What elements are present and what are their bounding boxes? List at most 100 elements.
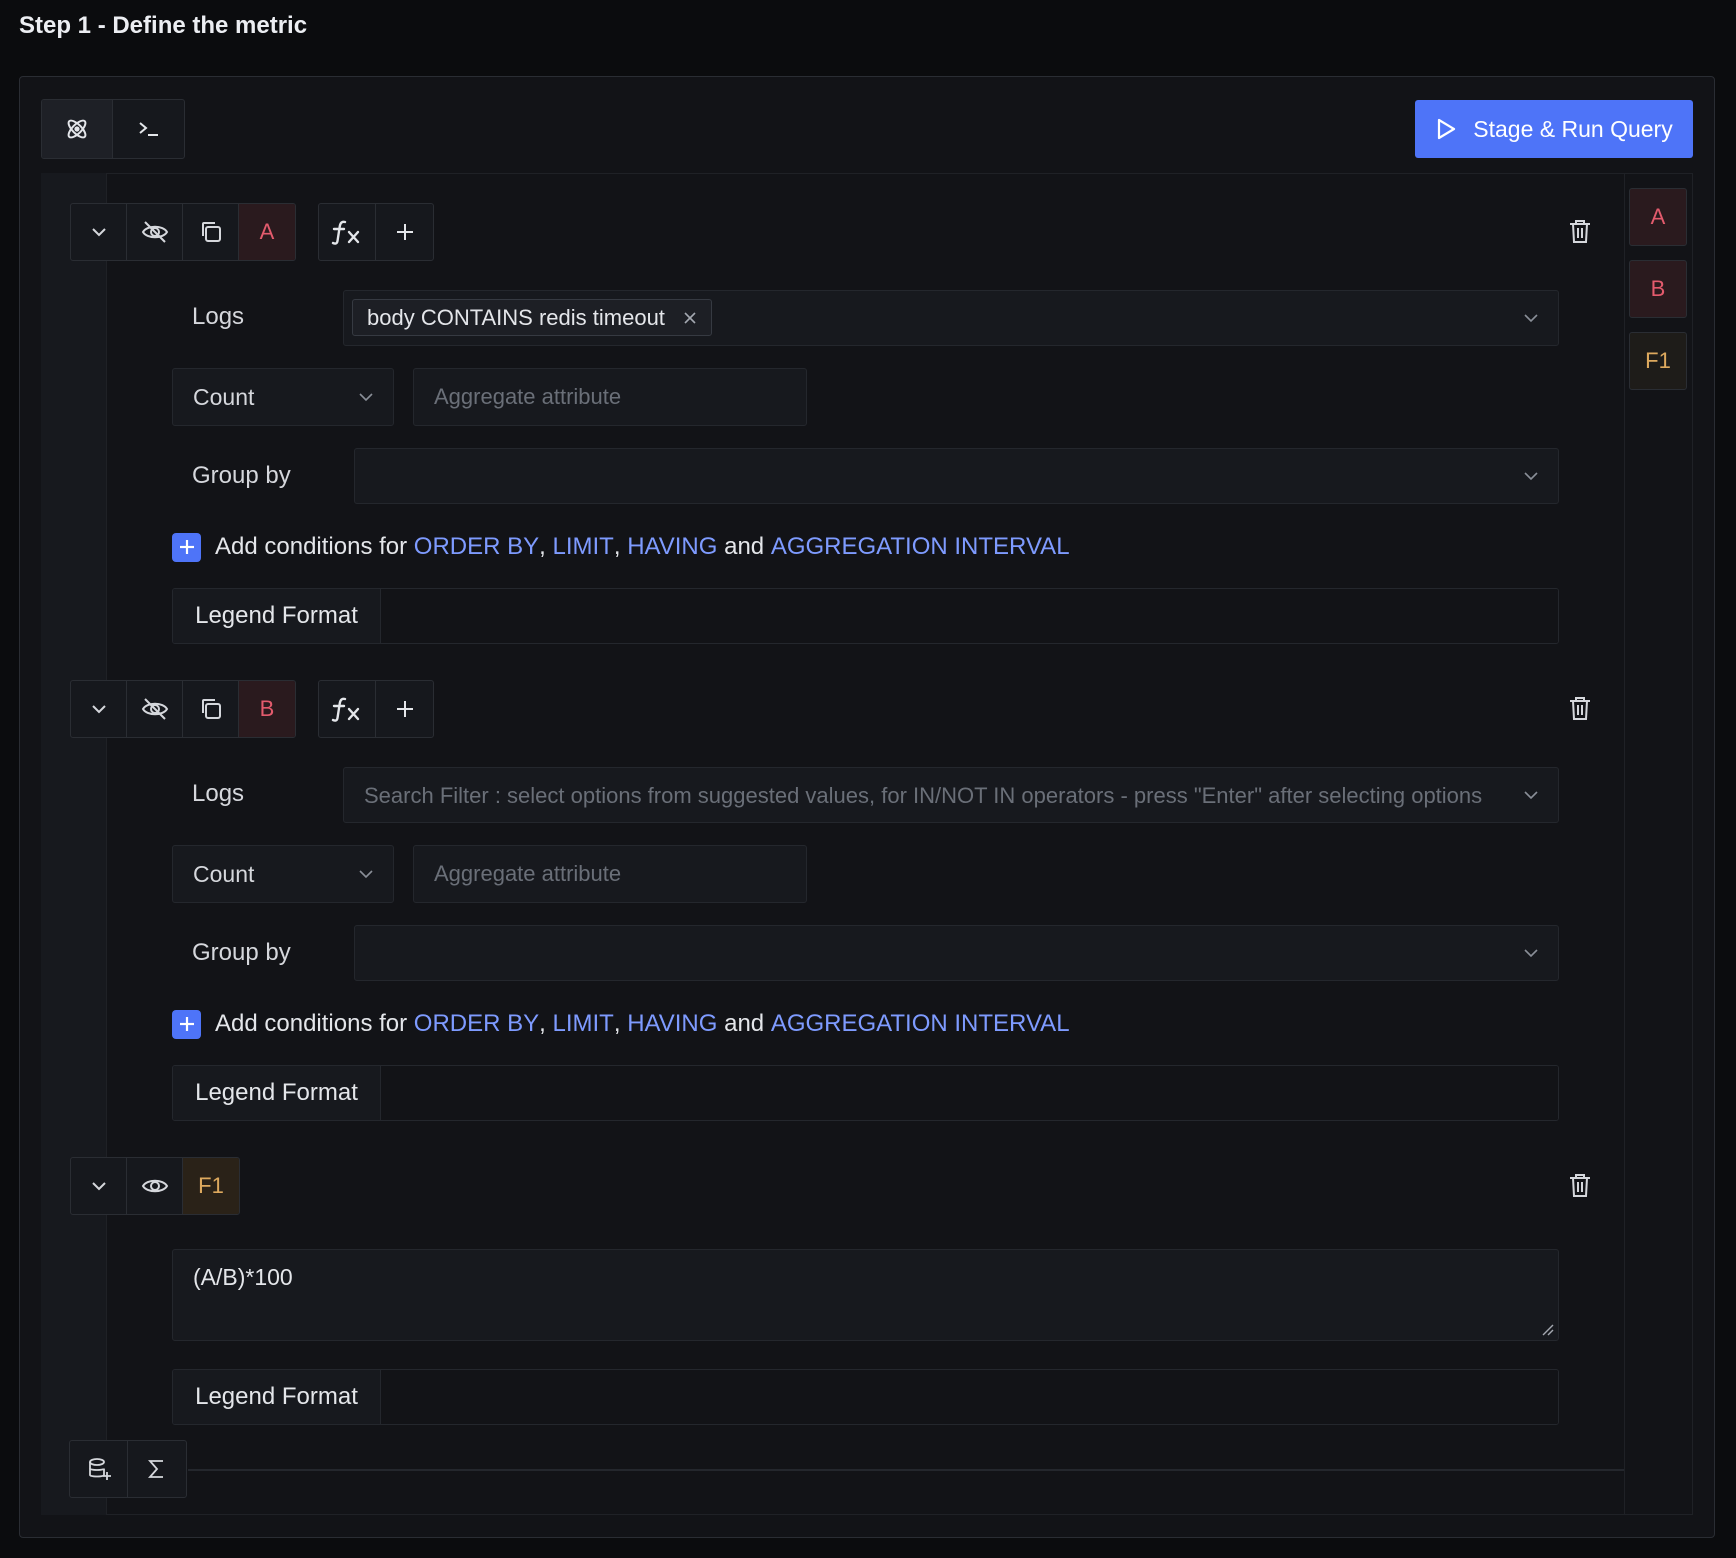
collapse-button[interactable] [71,204,127,260]
add-button[interactable] [376,204,433,260]
aggregate-attribute-input[interactable]: Aggregate attribute [413,845,807,903]
conditions-prefix: Add conditions for [215,1010,414,1037]
add-query-button[interactable] [70,1441,128,1497]
close-icon[interactable] [683,311,697,325]
collapse-button[interactable] [71,1158,127,1214]
comma-separator: , [539,1010,553,1037]
limit-link[interactable]: LIMIT [553,533,614,561]
query-b-functions [318,680,434,738]
aggregation-interval-link[interactable]: AGGREGATION INTERVAL [771,1010,1070,1038]
chevron-down-icon [357,865,375,883]
chevron-down-icon [88,698,110,720]
conditions-prefix: Add conditions for [215,533,414,560]
delete-query-a-button[interactable] [1565,216,1595,246]
aggregate-attribute-input[interactable]: Aggregate attribute [413,368,807,426]
chevron-down-icon [1522,786,1540,804]
conditions-and: and [717,533,771,560]
query-name-badge[interactable]: A [239,204,295,260]
chevron-down-icon [357,388,375,406]
side-tab-b[interactable]: B [1629,260,1687,318]
play-icon [1435,117,1457,141]
hide-query-button[interactable] [127,204,183,260]
chevron-down-icon [1522,467,1540,485]
aggregate-attribute-placeholder: Aggregate attribute [434,861,622,886]
data-source-label: Logs [192,303,245,330]
copy-icon [198,219,224,245]
group-by-select[interactable] [354,925,1559,981]
query-mode-toggle [41,99,185,159]
aggregate-operator-select[interactable]: Count [172,845,394,903]
chevron-down-icon [88,1175,110,1197]
filter-tag-label: body CONTAINS redis timeout [367,304,665,330]
legend-format-input[interactable] [381,589,1558,643]
collapse-button[interactable] [71,681,127,737]
side-tab-f1[interactable]: F1 [1629,332,1687,390]
resize-handle-icon[interactable] [1540,1322,1554,1336]
aggregation-interval-link[interactable]: AGGREGATION INTERVAL [771,533,1070,561]
search-filter-input[interactable]: body CONTAINS redis timeout [343,290,1559,346]
copy-query-button[interactable] [183,204,239,260]
side-tab-a[interactable]: A [1629,188,1687,246]
atom-icon [63,115,91,143]
group-by-label: Group by [192,939,291,966]
terminal-icon [135,115,163,143]
search-filter-placeholder: Search Filter : select options from sugg… [364,783,1483,808]
aggregate-operator-select[interactable]: Count [172,368,394,426]
query-a-header: A [70,203,296,261]
chevron-down-icon [1522,309,1540,327]
stage-run-query-button[interactable]: Stage & Run Query [1415,100,1693,158]
formula-expression-input[interactable]: (A/B)*100 [172,1249,1559,1341]
legend-format-input[interactable] [381,1066,1558,1120]
group-by-select[interactable] [354,448,1559,504]
trash-icon [1565,693,1595,723]
comma-separator: , [613,1010,628,1037]
conditions-and: and [717,1010,771,1037]
eye-off-icon [140,217,170,247]
query-builder-tab[interactable] [42,100,113,158]
group-by-label: Group by [192,462,291,489]
chevron-down-icon [1522,944,1540,962]
add-conditions-row[interactable]: Add conditions for ORDER BY, LIMIT, HAVI… [172,532,1070,562]
query-rail [41,173,107,1515]
order-by-link[interactable]: ORDER BY [414,1010,539,1038]
formula-expression: (A/B)*100 [193,1264,293,1290]
comma-separator: , [539,533,553,560]
legend-format-input[interactable] [381,1370,1558,1424]
chevron-down-icon [88,221,110,243]
having-link[interactable]: HAVING [627,533,717,561]
plus-icon [394,221,416,243]
delete-formula-button[interactable] [1565,1170,1595,1200]
plus-square-icon[interactable] [172,1009,201,1039]
having-link[interactable]: HAVING [627,1010,717,1038]
data-source-label: Logs [192,780,245,807]
copy-query-button[interactable] [183,681,239,737]
aggregate-operator-value: Count [193,383,255,410]
show-formula-button[interactable] [127,1158,183,1214]
add-query-buttons [69,1440,187,1498]
query-editor-tab[interactable] [113,100,184,158]
database-plus-icon [86,1456,112,1482]
add-formula-button[interactable] [128,1441,186,1497]
delete-query-b-button[interactable] [1565,693,1595,723]
limit-link[interactable]: LIMIT [553,1010,614,1038]
query-a-functions [318,203,434,261]
add-conditions-row[interactable]: Add conditions for ORDER BY, LIMIT, HAVI… [172,1009,1070,1039]
search-filter-input[interactable]: Search Filter : select options from sugg… [343,767,1559,823]
formula-name-badge[interactable]: F1 [183,1158,239,1214]
trash-icon [1565,1170,1595,1200]
legend-format-row: Legend Format [172,1369,1559,1425]
aggregate-attribute-placeholder: Aggregate attribute [434,384,622,409]
eye-icon [140,1171,170,1201]
legend-format-row: Legend Format [172,1065,1559,1121]
query-name-badge[interactable]: B [239,681,295,737]
run-button-label: Stage & Run Query [1473,115,1673,142]
plus-square-icon[interactable] [172,532,201,562]
footer-divider [188,1469,1624,1471]
add-function-button[interactable] [319,681,376,737]
add-function-button[interactable] [319,204,376,260]
hide-query-button[interactable] [127,681,183,737]
add-button[interactable] [376,681,433,737]
legend-format-label: Legend Format [173,589,381,643]
order-by-link[interactable]: ORDER BY [414,533,539,561]
plus-icon [394,698,416,720]
